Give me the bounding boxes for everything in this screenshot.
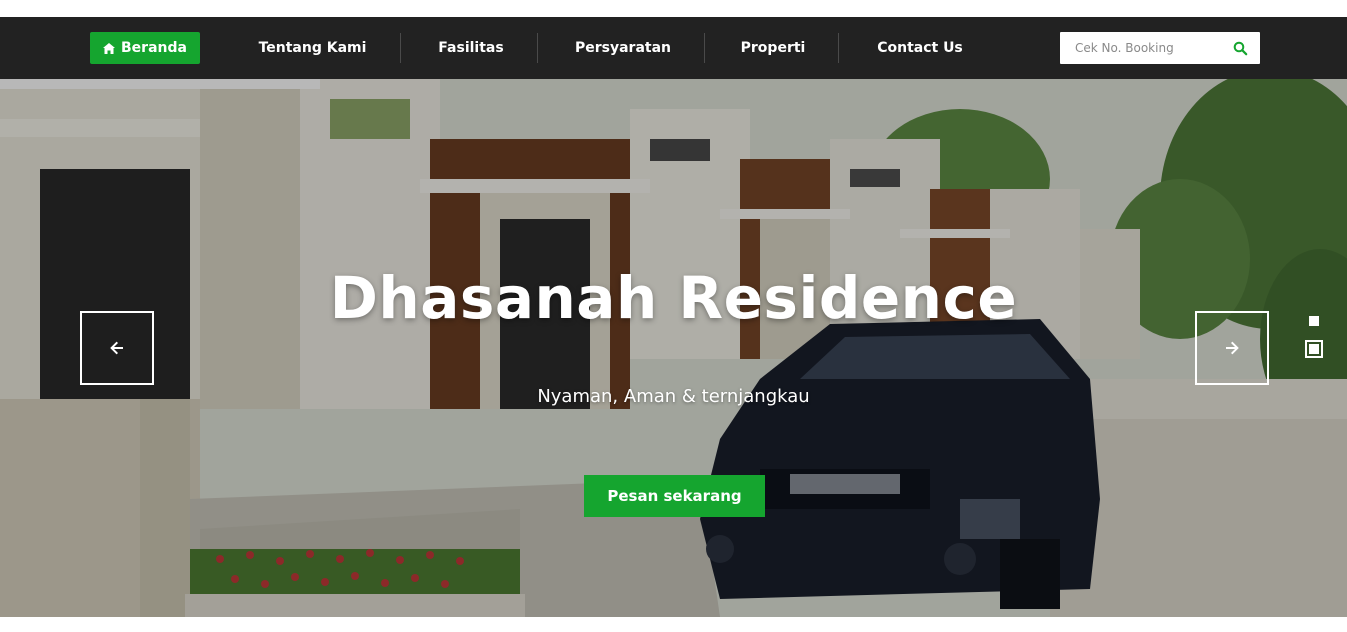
hero-subtitle: Nyaman, Aman & ternjangkau — [537, 386, 810, 407]
nav-item-label: Contact Us — [877, 40, 963, 56]
nav-item-persyaratan[interactable]: Persyaratan — [548, 32, 698, 64]
booking-search-box — [1060, 32, 1260, 64]
home-icon — [103, 42, 116, 54]
nav-item-fasilitas[interactable]: Fasilitas — [410, 32, 532, 64]
arrow-left-icon — [110, 341, 123, 355]
nav-item-label: Properti — [740, 40, 806, 56]
hero-dark-overlay — [0, 79, 1347, 617]
hero-slider: Dhasanah Residence Nyaman, Aman & ternja… — [0, 79, 1347, 617]
hero-title: Dhasanah Residence — [329, 264, 1018, 332]
nav-divider — [704, 33, 705, 63]
order-now-button[interactable]: Pesan sekarang — [584, 475, 765, 517]
search-icon[interactable] — [1233, 41, 1248, 56]
booking-search-input[interactable] — [1060, 32, 1230, 64]
nav-home-button[interactable]: Beranda — [90, 32, 200, 64]
slider-prev-button[interactable] — [80, 311, 154, 385]
nav-home-label: Beranda — [121, 40, 187, 56]
slider-next-button[interactable] — [1195, 311, 1269, 385]
nav-item-tentang-kami[interactable]: Tentang Kami — [235, 32, 390, 64]
nav-item-label: Tentang Kami — [258, 40, 367, 56]
nav-divider — [838, 33, 839, 63]
indicator-fill — [1309, 344, 1319, 354]
nav-divider — [400, 33, 401, 63]
nav-item-contact-us[interactable]: Contact Us — [848, 32, 992, 64]
nav-item-label: Fasilitas — [438, 40, 504, 56]
arrow-right-icon — [1226, 341, 1239, 355]
nav-item-properti[interactable]: Properti — [712, 32, 834, 64]
slider-indicator-2-active[interactable] — [1305, 340, 1323, 358]
slider-indicator-1[interactable] — [1309, 316, 1319, 326]
nav-item-label: Persyaratan — [574, 40, 672, 56]
nav-divider — [537, 33, 538, 63]
page: Beranda Tentang Kami Fasilitas Persyarat… — [0, 0, 1347, 632]
top-navbar: Beranda Tentang Kami Fasilitas Persyarat… — [0, 17, 1347, 79]
